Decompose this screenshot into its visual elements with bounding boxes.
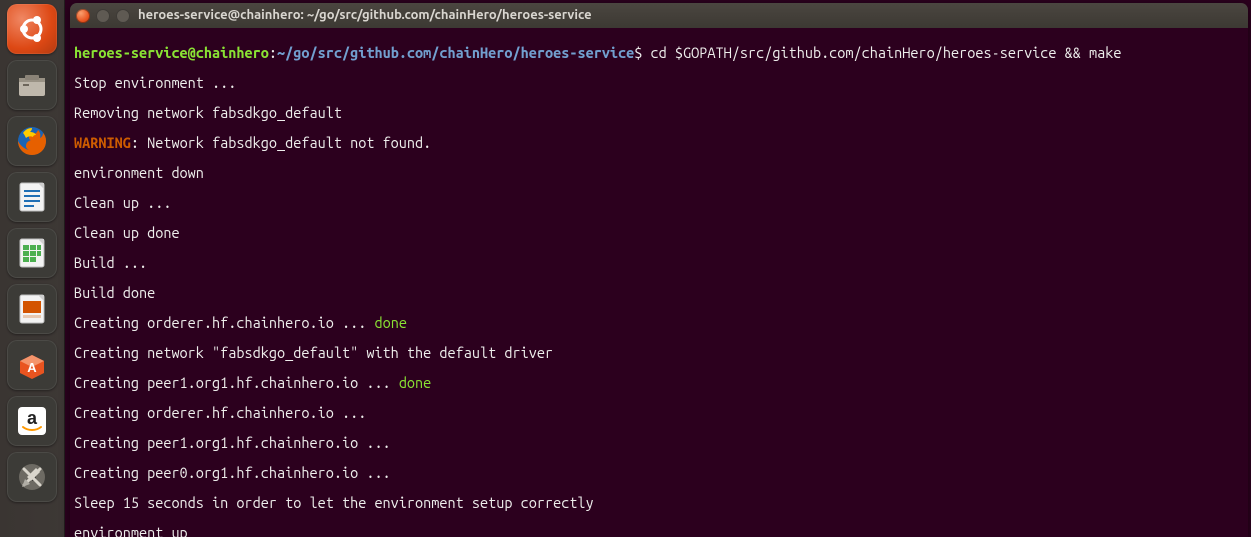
output-line: Removing network fabsdkgo_default	[74, 105, 1244, 120]
svg-text:a: a	[27, 408, 38, 428]
output-line: Creating orderer.hf.chainhero.io ...	[74, 405, 1244, 420]
svg-text:A: A	[27, 360, 37, 375]
minimize-icon[interactable]	[96, 9, 110, 23]
terminal-body[interactable]: heroes-service@chainhero:~/go/src/github…	[70, 28, 1248, 537]
libreoffice-calc-icon[interactable]	[7, 228, 57, 278]
output-line: Creating orderer.hf.chainhero.io ... don…	[74, 315, 1244, 330]
output-line: Creating peer1.org1.hf.chainhero.io ...	[74, 435, 1244, 450]
done-label: done	[374, 314, 406, 331]
close-icon[interactable]	[76, 9, 90, 23]
output-line: Stop environment ...	[74, 75, 1244, 90]
output-line: Build done	[74, 285, 1244, 300]
window-title: heroes-service@chainhero: ~/go/src/githu…	[138, 8, 592, 23]
prompt-path: ~/go/src/github.com/chainHero/heroes-ser…	[277, 44, 634, 61]
prompt-line: heroes-service@chainhero:~/go/src/github…	[74, 45, 1244, 60]
terminal-window: heroes-service@chainhero: ~/go/src/githu…	[70, 3, 1248, 537]
maximize-icon[interactable]	[116, 9, 130, 23]
output-line: environment down	[74, 165, 1244, 180]
dash-icon[interactable]	[7, 4, 57, 54]
libreoffice-writer-icon[interactable]	[7, 172, 57, 222]
settings-icon[interactable]	[7, 452, 57, 502]
output-line: WARNING: Network fabsdkgo_default not fo…	[74, 135, 1244, 150]
done-label: done	[399, 374, 431, 391]
output-line: Clean up ...	[74, 195, 1244, 210]
output-line: environment up	[74, 525, 1244, 537]
output-line: Creating network "fabsdkgo_default" with…	[74, 345, 1244, 360]
prompt-user: heroes-service@chainhero	[74, 44, 269, 61]
firefox-icon[interactable]	[7, 116, 57, 166]
amazon-icon[interactable]: a	[7, 396, 57, 446]
command: cd $GOPATH/src/github.com/chainHero/hero…	[651, 44, 1122, 61]
output-line: Build ...	[74, 255, 1244, 270]
output-line: Creating peer0.org1.hf.chainhero.io ...	[74, 465, 1244, 480]
window-buttons	[76, 9, 130, 23]
libreoffice-impress-icon[interactable]	[7, 284, 57, 334]
unity-launcher: A a	[0, 0, 65, 537]
output-line: Sleep 15 seconds in order to let the env…	[74, 495, 1244, 510]
ubuntu-software-icon[interactable]: A	[7, 340, 57, 390]
warning-label: WARNING	[74, 134, 131, 151]
files-icon[interactable]	[7, 60, 57, 110]
output-line: Creating peer1.org1.hf.chainhero.io ... …	[74, 375, 1244, 390]
output-line: Clean up done	[74, 225, 1244, 240]
titlebar[interactable]: heroes-service@chainhero: ~/go/src/githu…	[70, 3, 1248, 28]
